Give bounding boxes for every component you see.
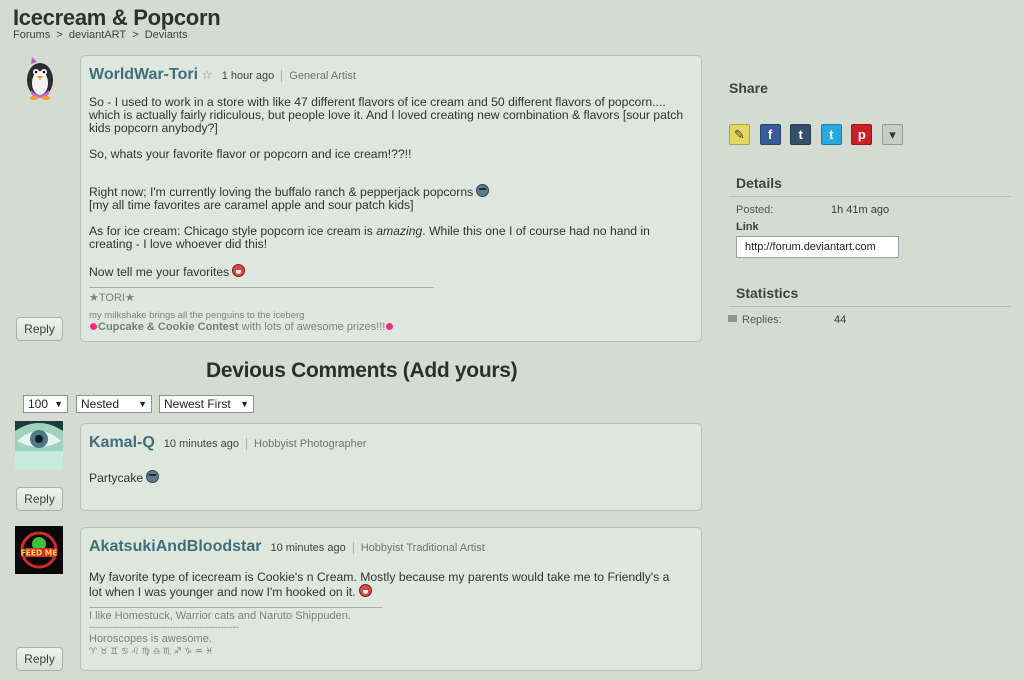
divider [281, 70, 283, 82]
divider [729, 196, 1011, 197]
blush-icon [358, 584, 372, 597]
pink-dot-icon [90, 323, 97, 330]
comment-time[interactable]: 10 minutes ago [270, 542, 345, 554]
comment-username-link[interactable]: Kamal-Q [89, 434, 155, 452]
svg-text:FEED ME: FEED ME [21, 549, 58, 558]
select-value: Nested [81, 397, 120, 411]
breadcrumb: Forums > deviantART > Deviants [13, 29, 190, 41]
star-icon: ☆ [201, 67, 213, 82]
pink-dot-icon [386, 323, 394, 330]
smiley-icon [476, 184, 490, 197]
breadcrumb-separator: > [132, 29, 139, 41]
tumblr-icon[interactable]: t [790, 124, 812, 145]
facebook-icon[interactable]: f [759, 124, 781, 145]
posted-label: Posted: [736, 204, 774, 216]
post-paragraph: So, whats your favorite flavor or popcor… [89, 147, 412, 161]
comment-rank: Hobbyist Traditional Artist [360, 542, 485, 554]
comment-text: Partycake [89, 471, 144, 485]
smiley-icon [146, 470, 160, 483]
blush-icon [232, 264, 246, 277]
signature-line: ★TORI★ [89, 292, 135, 304]
post-paragraph: Right now; I'm currently loving the buff… [89, 184, 693, 199]
select-value: 100 [28, 397, 49, 411]
divider [352, 542, 354, 554]
twitter-icon[interactable]: t [820, 124, 842, 145]
avatar-feed-me[interactable]: FEED ME [15, 526, 63, 574]
comment-text: My favorite type of icecream is Cookie's… [89, 570, 670, 599]
comment-username-link[interactable]: AkatsukiAndBloodstar [89, 538, 261, 556]
comment-bubble-icon [728, 315, 737, 322]
signature-divider [89, 287, 434, 288]
post-time[interactable]: 1 hour ago [222, 70, 275, 82]
signature-line: my milkshake brings all the penguins to … [89, 310, 305, 321]
post-emphasis: amazing [376, 224, 423, 238]
avatar-penguin[interactable] [15, 52, 65, 102]
dropdown-arrow-icon: ▼ [54, 399, 63, 409]
view-mode-select[interactable]: Nested ▼ [76, 395, 152, 413]
reply-button[interactable]: Reply [16, 647, 63, 671]
comment-body: My favorite type of icecream is Cookie's… [89, 571, 679, 599]
post-paragraph: So - I used to work in a store with like… [89, 95, 684, 135]
breadcrumb-deviantart[interactable]: deviantART [69, 29, 126, 41]
signature-line: ----------------------------------------… [89, 622, 239, 632]
comment-card: AkatsukiAndBloodstar 10 minutes ago Hobb… [80, 527, 702, 671]
signature-contest: Cupcake & Cookie Contest with lots of aw… [89, 321, 693, 334]
per-page-select[interactable]: 100 ▼ [23, 395, 68, 413]
note-icon[interactable]: ✎ [729, 124, 750, 145]
post-username-link[interactable]: WorldWar-Tori [89, 66, 198, 84]
statistics-title: Statistics [736, 285, 799, 301]
post-paragraph: [my all time favorites are caramel apple… [89, 198, 414, 212]
post-text: Right now; I'm currently loving the buff… [89, 185, 474, 199]
details-title: Details [736, 175, 782, 191]
page-title: Icecream & Popcorn [13, 5, 221, 30]
pinterest-icon[interactable]: p [851, 124, 873, 145]
original-post: WorldWar-Tori ☆ 1 hour ago General Artis… [80, 55, 702, 342]
post-text: Now tell me your favorites [89, 265, 230, 279]
share-icons: ✎ f t t p ▾ [729, 124, 913, 145]
more-icon[interactable]: ▾ [881, 124, 903, 145]
reply-button[interactable]: Reply [16, 317, 63, 341]
breadcrumb-deviants[interactable]: Deviants [145, 29, 188, 41]
comment-body: Partycake [89, 470, 693, 485]
post-paragraph: Now tell me your favorites [89, 264, 693, 279]
zodiac-symbols: ♈ ♉ ♊ ♋ ♌ ♍ ♎ ♏ ♐ ♑ ♒ ♓ [89, 646, 214, 656]
post-rank: General Artist [289, 70, 356, 82]
breadcrumb-forums[interactable]: Forums [13, 29, 50, 41]
avatar-eye[interactable] [15, 421, 63, 469]
divider [246, 438, 248, 450]
dropdown-arrow-icon: ▼ [240, 399, 249, 409]
contest-link[interactable]: Cupcake & Cookie Contest [98, 321, 239, 333]
comment-rank: Hobbyist Photographer [254, 438, 367, 450]
comment-time[interactable]: 10 minutes ago [164, 438, 239, 450]
replies-label: Replies: [742, 314, 782, 326]
link-field[interactable]: http://forum.deviantart.com [736, 236, 899, 258]
dropdown-arrow-icon: ▼ [138, 399, 147, 409]
share-title: Share [729, 80, 768, 96]
comments-section-title[interactable]: Devious Comments (Add yours) [206, 359, 518, 383]
post-body: So - I used to work in a store with like… [89, 96, 693, 279]
signature-text: with lots of awesome prizes!!! [238, 321, 386, 333]
reply-button[interactable]: Reply [16, 487, 63, 511]
select-value: Newest First [164, 397, 231, 411]
sort-order-select[interactable]: Newest First ▼ [159, 395, 254, 413]
posted-value: 1h 41m ago [831, 204, 890, 216]
signature-divider [89, 607, 382, 608]
link-label: Link [736, 221, 759, 233]
post-text: As for ice cream: Chicago style popcorn … [89, 224, 373, 238]
replies-value: 44 [834, 314, 847, 326]
post-paragraph: As for ice cream: Chicago style popcorn … [89, 225, 693, 251]
breadcrumb-separator: > [56, 29, 63, 41]
divider [729, 306, 1011, 307]
comment-card: Kamal-Q 10 minutes ago Hobbyist Photogra… [80, 423, 702, 511]
signature-line: Horoscopes is awesome. [89, 633, 212, 645]
